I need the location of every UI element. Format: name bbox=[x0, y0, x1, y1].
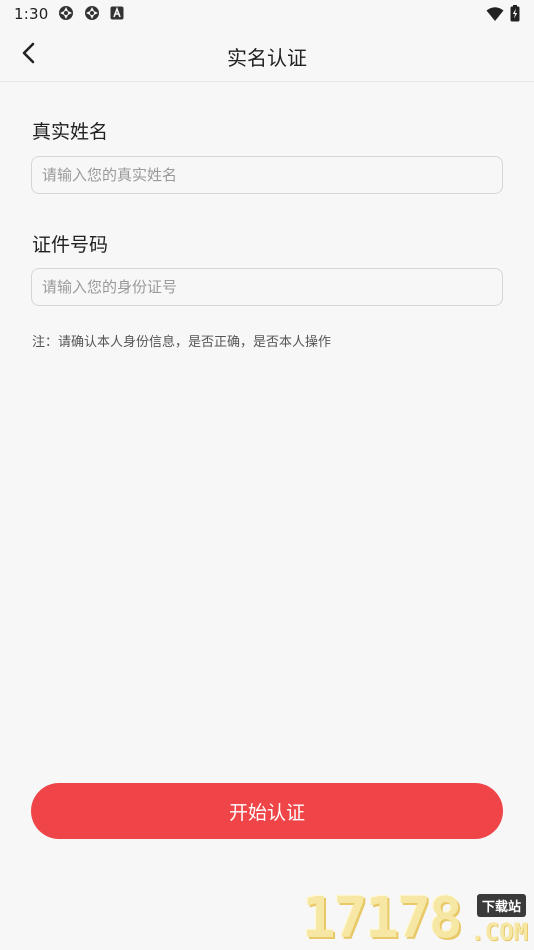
battery-charging-icon bbox=[510, 5, 520, 26]
start-verification-button[interactable]: 开始认证 bbox=[31, 783, 503, 839]
watermark-digits: 17178 bbox=[302, 886, 463, 950]
status-time: 1:30 bbox=[14, 5, 49, 23]
status-bar: 1:30 bbox=[0, 0, 534, 28]
verification-note: 注：请确认本人身份信息，是否正确，是否本人操作 bbox=[32, 335, 332, 350]
watermark-logo: 17178 下载站 .COM bbox=[302, 888, 532, 950]
id-number-input[interactable] bbox=[31, 268, 503, 306]
watermark-tag: 下载站 bbox=[476, 894, 526, 917]
screen: 1:30 实名认证 真实姓名 请输入您的真实姓名 证件号码 请输入您的身份证号 … bbox=[0, 0, 534, 950]
settings-icon bbox=[84, 5, 100, 21]
status-right-icons bbox=[486, 5, 520, 26]
keyboard-a-icon bbox=[110, 5, 126, 21]
wifi-icon bbox=[486, 6, 504, 26]
id-number-label: 证件号码 bbox=[32, 234, 109, 256]
watermark-suffix: .COM bbox=[470, 918, 528, 946]
title-bar: 实名认证 bbox=[0, 28, 534, 82]
settings-icon bbox=[58, 5, 74, 21]
name-label: 真实姓名 bbox=[32, 121, 109, 143]
name-input[interactable] bbox=[31, 156, 503, 194]
page-title: 实名认证 bbox=[227, 46, 307, 70]
